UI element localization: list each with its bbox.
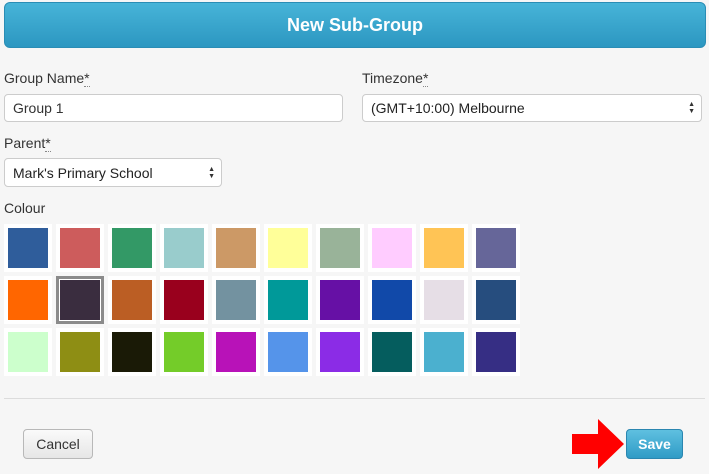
colour-swatch[interactable] (56, 276, 104, 324)
colour-swatch-fill (320, 228, 360, 268)
colour-swatch-fill (476, 280, 516, 320)
colour-swatch-fill (372, 228, 412, 268)
colour-swatch[interactable] (56, 328, 104, 376)
colour-swatch-fill (476, 332, 516, 372)
colour-swatch-grid (4, 224, 524, 378)
colour-swatch-fill (60, 228, 100, 268)
colour-swatch-fill (216, 228, 256, 268)
dialog-title: New Sub-Group (4, 2, 706, 48)
colour-swatch[interactable] (264, 276, 312, 324)
colour-swatch[interactable] (316, 276, 364, 324)
colour-swatch[interactable] (108, 224, 156, 272)
colour-swatch-fill (268, 332, 308, 372)
colour-swatch-fill (320, 332, 360, 372)
colour-swatch-fill (112, 280, 152, 320)
colour-swatch-fill (424, 280, 464, 320)
colour-swatch-fill (59, 279, 101, 321)
colour-swatch[interactable] (4, 224, 52, 272)
select-arrows-icon: ▲ ▼ (688, 101, 695, 115)
colour-swatch-fill (424, 332, 464, 372)
colour-swatch[interactable] (368, 224, 416, 272)
footer-divider (4, 398, 705, 399)
colour-swatch[interactable] (160, 276, 208, 324)
colour-swatch-fill (164, 280, 204, 320)
colour-swatch[interactable] (368, 276, 416, 324)
colour-swatch[interactable] (420, 276, 468, 324)
colour-swatch-fill (112, 228, 152, 268)
colour-swatch-fill (8, 332, 48, 372)
colour-swatch-fill (268, 280, 308, 320)
colour-swatch[interactable] (108, 328, 156, 376)
colour-swatch[interactable] (420, 328, 468, 376)
colour-swatch[interactable] (264, 224, 312, 272)
red-arrow-icon (572, 419, 624, 469)
colour-swatch-fill (112, 332, 152, 372)
colour-swatch-fill (8, 280, 48, 320)
colour-swatch-fill (320, 280, 360, 320)
colour-swatch-fill (268, 228, 308, 268)
select-arrows-icon: ▲ ▼ (208, 165, 215, 180)
timezone-label: Timezone* (362, 70, 429, 87)
group-name-label: Group Name* (4, 70, 90, 87)
colour-swatch[interactable] (316, 328, 364, 376)
colour-swatch[interactable] (368, 328, 416, 376)
colour-swatch-fill (164, 332, 204, 372)
colour-swatch-fill (164, 228, 204, 268)
colour-swatch[interactable] (108, 276, 156, 324)
colour-swatch[interactable] (316, 224, 364, 272)
parent-label: Parent* (4, 135, 51, 152)
colour-swatch[interactable] (212, 328, 260, 376)
cancel-button[interactable]: Cancel (23, 429, 93, 459)
colour-label: Colour (4, 200, 46, 216)
colour-swatch-fill (372, 280, 412, 320)
parent-select[interactable]: Mark's Primary School ▲ ▼ (4, 158, 222, 187)
colour-swatch-fill (216, 332, 256, 372)
colour-swatch-fill (476, 228, 516, 268)
colour-swatch[interactable] (472, 328, 520, 376)
colour-swatch[interactable] (212, 224, 260, 272)
timezone-value: (GMT+10:00) Melbourne (371, 100, 525, 116)
colour-swatch[interactable] (160, 224, 208, 272)
colour-swatch[interactable] (472, 276, 520, 324)
colour-swatch[interactable] (472, 224, 520, 272)
colour-swatch[interactable] (4, 328, 52, 376)
colour-swatch-fill (8, 228, 48, 268)
colour-swatch[interactable] (212, 276, 260, 324)
colour-swatch-fill (60, 332, 100, 372)
timezone-select[interactable]: (GMT+10:00) Melbourne ▲ ▼ (362, 94, 702, 122)
colour-swatch[interactable] (264, 328, 312, 376)
group-name-input[interactable] (4, 94, 343, 122)
colour-swatch[interactable] (160, 328, 208, 376)
colour-swatch[interactable] (4, 276, 52, 324)
colour-swatch-fill (216, 280, 256, 320)
colour-swatch[interactable] (420, 224, 468, 272)
parent-value: Mark's Primary School (13, 164, 153, 181)
save-button[interactable]: Save (626, 429, 683, 459)
colour-swatch-fill (372, 332, 412, 372)
colour-swatch-fill (424, 228, 464, 268)
colour-swatch[interactable] (56, 224, 104, 272)
